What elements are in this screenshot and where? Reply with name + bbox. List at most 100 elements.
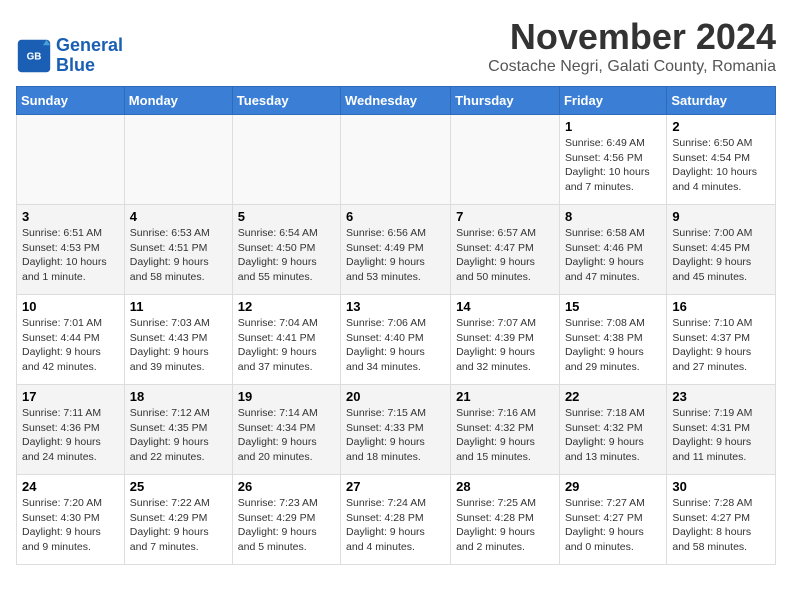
cell-content: Sunrise: 7:22 AM Sunset: 4:29 PM Dayligh… bbox=[130, 496, 227, 555]
calendar-cell: 9Sunrise: 7:00 AM Sunset: 4:45 PM Daylig… bbox=[667, 205, 776, 295]
calendar-cell: 8Sunrise: 6:58 AM Sunset: 4:46 PM Daylig… bbox=[559, 205, 666, 295]
calendar-cell: 23 Sunrise: 7:19 AM Sunset: 4:31 PM Dayli… bbox=[667, 385, 776, 475]
cell-content: Sunrise: 7:27 AM Sunset: 4:27 PM Dayligh… bbox=[565, 496, 661, 555]
cell-content: Sunrise: 7:16 AM Sunset: 4:32 PM Dayligh… bbox=[456, 406, 554, 465]
calendar-cell: 10 Sunrise: 7:01 AM Sunset: 4:44 PM Dayli… bbox=[17, 295, 125, 385]
calendar-cell: 7 Sunrise: 6:57 AM Sunset: 4:47 PM Daylig… bbox=[451, 205, 560, 295]
day-number: 29 bbox=[565, 479, 661, 494]
header-sunday: Sunday bbox=[17, 87, 125, 115]
cell-content: Sunrise: 7:14 AM Sunset: 4:34 PM Dayligh… bbox=[238, 406, 335, 465]
day-number: 11 bbox=[130, 299, 227, 314]
calendar-cell: 11 Sunrise: 7:03 AM Sunset: 4:43 PM Dayli… bbox=[124, 295, 232, 385]
location-title: Costache Negri, Galati County, Romania bbox=[488, 58, 776, 76]
day-number: 4 bbox=[130, 209, 227, 224]
month-title: November 2024 bbox=[488, 16, 776, 58]
title-section: November 2024 Costache Negri, Galati Cou… bbox=[488, 16, 776, 76]
day-number: 21 bbox=[456, 389, 554, 404]
cell-content: Sunrise: 7:19 AM Sunset: 4:31 PM Dayligh… bbox=[672, 406, 770, 465]
day-number: 8 bbox=[565, 209, 661, 224]
cell-content: Sunrise: 7:01 AM Sunset: 4:44 PM Dayligh… bbox=[22, 316, 119, 375]
day-number: 12 bbox=[238, 299, 335, 314]
day-number: 22 bbox=[565, 389, 661, 404]
cell-content: Sunrise: 7:08 AM Sunset: 4:38 PM Dayligh… bbox=[565, 316, 661, 375]
week-row-5: 24 Sunrise: 7:20 AM Sunset: 4:30 PM Dayli… bbox=[17, 475, 776, 565]
day-number: 20 bbox=[346, 389, 445, 404]
header-row: Sunday Monday Tuesday Wednesday Thursday… bbox=[17, 87, 776, 115]
calendar-cell: 4 Sunrise: 6:53 AM Sunset: 4:51 PM Daylig… bbox=[124, 205, 232, 295]
logo: GB General Blue bbox=[16, 36, 123, 76]
cell-content: Sunrise: 6:50 AM Sunset: 4:54 PM Dayligh… bbox=[672, 136, 770, 195]
cell-content: Sunrise: 6:49 AM Sunset: 4:56 PM Dayligh… bbox=[565, 136, 661, 195]
cell-content: Sunrise: 7:03 AM Sunset: 4:43 PM Dayligh… bbox=[130, 316, 227, 375]
calendar-cell: 1 Sunrise: 6:49 AM Sunset: 4:56 PM Daylig… bbox=[559, 115, 666, 205]
calendar-cell: 22 Sunrise: 7:18 AM Sunset: 4:32 PM Dayli… bbox=[559, 385, 666, 475]
cell-content: Sunrise: 7:11 AM Sunset: 4:36 PM Dayligh… bbox=[22, 406, 119, 465]
logo-general-text: General bbox=[56, 35, 123, 55]
calendar-table: Sunday Monday Tuesday Wednesday Thursday… bbox=[16, 86, 776, 565]
cell-content: Sunrise: 6:51 AM Sunset: 4:53 PM Dayligh… bbox=[22, 226, 119, 285]
logo-line2: Blue bbox=[56, 56, 123, 76]
cell-content: Sunrise: 7:07 AM Sunset: 4:39 PM Dayligh… bbox=[456, 316, 554, 375]
day-number: 30 bbox=[672, 479, 770, 494]
header-wednesday: Wednesday bbox=[341, 87, 451, 115]
svg-text:GB: GB bbox=[27, 52, 42, 63]
cell-content: Sunrise: 7:15 AM Sunset: 4:33 PM Dayligh… bbox=[346, 406, 445, 465]
header-tuesday: Tuesday bbox=[232, 87, 340, 115]
cell-content: Sunrise: 6:53 AM Sunset: 4:51 PM Dayligh… bbox=[130, 226, 227, 285]
header-thursday: Thursday bbox=[451, 87, 560, 115]
calendar-cell: 16 Sunrise: 7:10 AM Sunset: 4:37 PM Dayli… bbox=[667, 295, 776, 385]
day-number: 25 bbox=[130, 479, 227, 494]
calendar-cell: 13Sunrise: 7:06 AM Sunset: 4:40 PM Dayli… bbox=[341, 295, 451, 385]
day-number: 7 bbox=[456, 209, 554, 224]
calendar-cell: 5 Sunrise: 6:54 AM Sunset: 4:50 PM Daylig… bbox=[232, 205, 340, 295]
cell-content: Sunrise: 6:57 AM Sunset: 4:47 PM Dayligh… bbox=[456, 226, 554, 285]
day-number: 1 bbox=[565, 119, 661, 134]
day-number: 23 bbox=[672, 389, 770, 404]
calendar-cell bbox=[124, 115, 232, 205]
cell-content: Sunrise: 7:04 AM Sunset: 4:41 PM Dayligh… bbox=[238, 316, 335, 375]
header-friday: Friday bbox=[559, 87, 666, 115]
cell-content: Sunrise: 7:25 AM Sunset: 4:28 PM Dayligh… bbox=[456, 496, 554, 555]
day-number: 5 bbox=[238, 209, 335, 224]
day-number: 2 bbox=[672, 119, 770, 134]
day-number: 9 bbox=[672, 209, 770, 224]
calendar-cell: 21 Sunrise: 7:16 AM Sunset: 4:32 PM Dayli… bbox=[451, 385, 560, 475]
calendar-cell: 6Sunrise: 6:56 AM Sunset: 4:49 PM Daylig… bbox=[341, 205, 451, 295]
day-number: 19 bbox=[238, 389, 335, 404]
calendar-cell: 27Sunrise: 7:24 AM Sunset: 4:28 PM Dayli… bbox=[341, 475, 451, 565]
logo-blue-text: Blue bbox=[56, 55, 95, 75]
calendar-cell: 25 Sunrise: 7:22 AM Sunset: 4:29 PM Dayli… bbox=[124, 475, 232, 565]
cell-content: Sunrise: 7:18 AM Sunset: 4:32 PM Dayligh… bbox=[565, 406, 661, 465]
cell-content: Sunrise: 7:23 AM Sunset: 4:29 PM Dayligh… bbox=[238, 496, 335, 555]
calendar-cell: 30 Sunrise: 7:28 AM Sunset: 4:27 PM Dayli… bbox=[667, 475, 776, 565]
cell-content: Sunrise: 7:10 AM Sunset: 4:37 PM Dayligh… bbox=[672, 316, 770, 375]
day-number: 16 bbox=[672, 299, 770, 314]
cell-content: Sunrise: 6:56 AM Sunset: 4:49 PM Dayligh… bbox=[346, 226, 445, 285]
calendar-cell bbox=[341, 115, 451, 205]
calendar-cell: 19 Sunrise: 7:14 AM Sunset: 4:34 PM Dayli… bbox=[232, 385, 340, 475]
calendar-cell bbox=[232, 115, 340, 205]
week-row-4: 17Sunrise: 7:11 AM Sunset: 4:36 PM Dayli… bbox=[17, 385, 776, 475]
week-row-3: 10 Sunrise: 7:01 AM Sunset: 4:44 PM Dayli… bbox=[17, 295, 776, 385]
cell-content: Sunrise: 7:24 AM Sunset: 4:28 PM Dayligh… bbox=[346, 496, 445, 555]
cell-content: Sunrise: 7:20 AM Sunset: 4:30 PM Dayligh… bbox=[22, 496, 119, 555]
calendar-cell: 14 Sunrise: 7:07 AM Sunset: 4:39 PM Dayli… bbox=[451, 295, 560, 385]
logo-icon: GB bbox=[16, 38, 52, 74]
calendar-cell: 24 Sunrise: 7:20 AM Sunset: 4:30 PM Dayli… bbox=[17, 475, 125, 565]
day-number: 15 bbox=[565, 299, 661, 314]
day-number: 14 bbox=[456, 299, 554, 314]
calendar-cell: 2 Sunrise: 6:50 AM Sunset: 4:54 PM Daylig… bbox=[667, 115, 776, 205]
cell-content: Sunrise: 7:12 AM Sunset: 4:35 PM Dayligh… bbox=[130, 406, 227, 465]
day-number: 13 bbox=[346, 299, 445, 314]
cell-content: Sunrise: 6:54 AM Sunset: 4:50 PM Dayligh… bbox=[238, 226, 335, 285]
calendar-cell: 18Sunrise: 7:12 AM Sunset: 4:35 PM Dayli… bbox=[124, 385, 232, 475]
calendar-cell: 28Sunrise: 7:25 AM Sunset: 4:28 PM Dayli… bbox=[451, 475, 560, 565]
day-number: 10 bbox=[22, 299, 119, 314]
day-number: 24 bbox=[22, 479, 119, 494]
calendar-cell: 17Sunrise: 7:11 AM Sunset: 4:36 PM Dayli… bbox=[17, 385, 125, 475]
calendar-cell bbox=[451, 115, 560, 205]
calendar-cell: 3Sunrise: 6:51 AM Sunset: 4:53 PM Daylig… bbox=[17, 205, 125, 295]
calendar-cell: 29 Sunrise: 7:27 AM Sunset: 4:27 PM Dayli… bbox=[559, 475, 666, 565]
cell-content: Sunrise: 7:28 AM Sunset: 4:27 PM Dayligh… bbox=[672, 496, 770, 555]
week-row-1: 1 Sunrise: 6:49 AM Sunset: 4:56 PM Daylig… bbox=[17, 115, 776, 205]
